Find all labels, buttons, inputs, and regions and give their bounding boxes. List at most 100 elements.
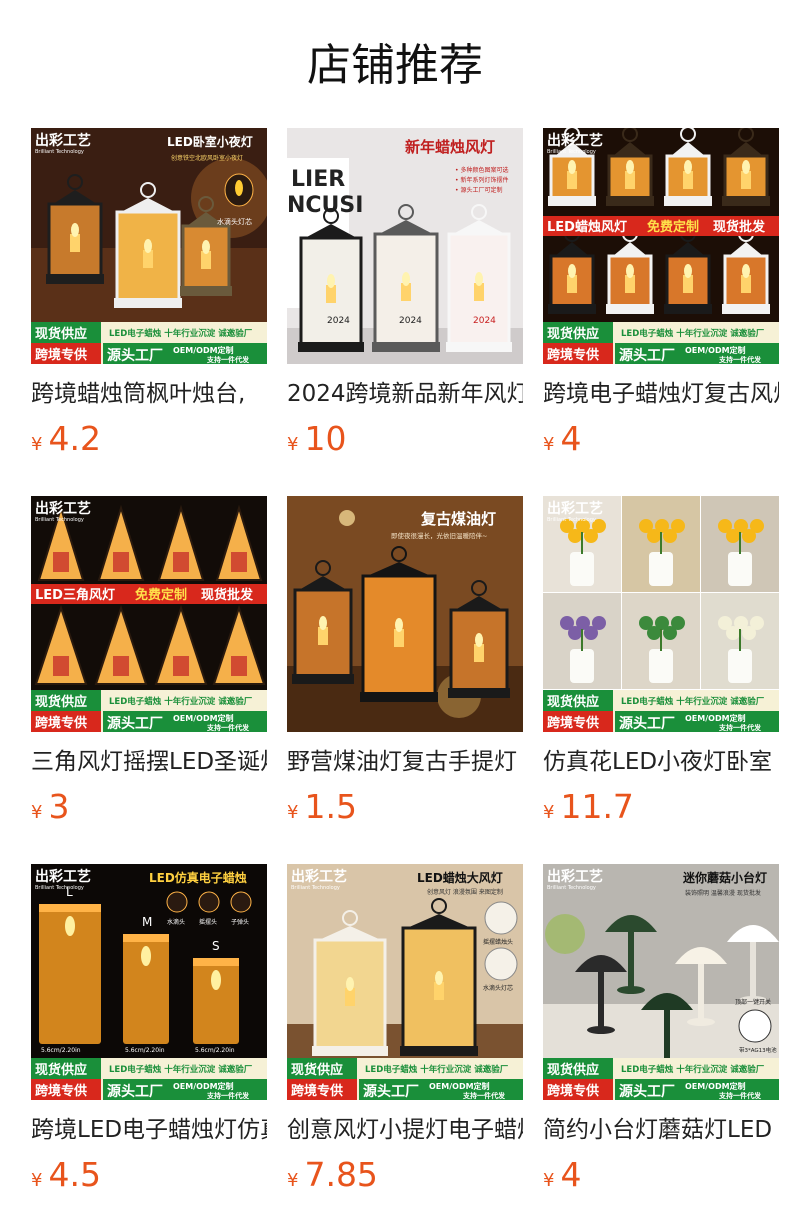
product-image-illustration: 出彩工艺Brilliant Technology LED卧室小夜灯创意铁空北欧风卧… <box>31 128 267 364</box>
svg-text:2024: 2024 <box>399 316 422 326</box>
brand-logo: 出彩工艺Brilliant Technology <box>547 132 603 155</box>
price-value: 1.5 <box>304 787 357 826</box>
image-tag-custom: 免费定制 <box>647 219 699 235</box>
image-subtitle: 创意铁空北欧风卧室小夜灯 <box>171 154 243 162</box>
candle-size-label: M <box>142 915 152 929</box>
image-tag-custom: 免费定制 <box>135 587 187 603</box>
product-name[interactable]: 野营煤油灯复古手提灯 <box>287 746 523 778</box>
product-card[interactable]: 出彩工艺 Brilliant Technology 迷你蘑菇小台灯 装饰照明 温馨浪漫… <box>543 864 779 1200</box>
product-card[interactable]: 出彩工艺 Brilliant Technology 现货供应 跨境专供 LED电子蜡烛 … <box>543 496 779 832</box>
svg-text:出彩工艺: 出彩工艺 <box>35 868 91 885</box>
product-price: ¥11.7 <box>543 788 779 832</box>
svg-text:出彩工艺: 出彩工艺 <box>35 500 91 517</box>
product-name[interactable]: 三角风灯摇摆LED圣诞灯 <box>31 746 267 778</box>
image-headline: LED卧室小夜灯 <box>167 134 253 149</box>
product-card[interactable]: 复古煤油灯 即使夜很漫长，光依旧温暖陪伴~ 野营煤油灯复古手提灯 ¥1.5 <box>287 496 523 832</box>
banner-tagline-text: LED电子蜡烛 十年行业沉淀 诚邀验厂 <box>109 696 253 707</box>
product-card[interactable]: L 5.6cm/2.20in M 5.6cm/2.20in S 5.6cm/2.20in 出… <box>31 864 267 1200</box>
currency-symbol: ¥ <box>287 802 299 823</box>
wick-type-label: 水滴头 <box>167 918 185 926</box>
product-card[interactable]: 出彩工艺 Brilliant Technology LED卧室小夜灯创意铁空北欧风卧… <box>31 128 267 464</box>
product-image[interactable]: L 5.6cm/2.20in M 5.6cm/2.20in S 5.6cm/2.20in 出… <box>31 864 267 1100</box>
product-price: ¥4 <box>543 1156 779 1200</box>
product-card[interactable]: 出彩工艺 Brilliant Technology LED蜡烛大风灯 创意风灯 浪漫氛… <box>287 864 523 1200</box>
svg-text:出彩工艺: 出彩工艺 <box>291 868 347 885</box>
banner-dropship-text: 支持一件代发 <box>718 1091 762 1100</box>
banner-dropship-text: 支持一件代发 <box>206 355 250 364</box>
wick-badge: 摇摆蜡烛头 <box>483 938 513 946</box>
product-image[interactable]: 出彩工艺 Brilliant Technology 现货供应 跨境专供 LED电子蜡烛 … <box>543 496 779 732</box>
product-image[interactable]: 出彩工艺 Brilliant Technology 迷你蘑菇小台灯 装饰照明 温馨浪漫… <box>543 864 779 1100</box>
banner-factory-text: 源头工厂 <box>619 1083 675 1100</box>
banner-stock-text: 现货供应 <box>35 1062 87 1078</box>
banner-tagline-text: LED电子蜡烛 十年行业沉淀 诚邀验厂 <box>621 328 765 339</box>
wick-type-label: 子弹头 <box>231 918 249 926</box>
wick-type-label: 摇摆头 <box>199 918 217 926</box>
product-card[interactable]: 出彩工艺 Brilliant Technology LED蜡烛风灯 免费定制 现货批发现… <box>543 128 779 464</box>
product-price: ¥7.85 <box>287 1156 523 1200</box>
price-value: 4.2 <box>48 419 101 458</box>
product-price: ¥4.2 <box>31 420 267 464</box>
banner-factory-text: 源头工厂 <box>107 1083 163 1100</box>
banner-dropship-text: 支持一件代发 <box>718 355 762 364</box>
banner-crossborder-text: 跨境专供 <box>35 347 87 363</box>
svg-text:出彩工艺: 出彩工艺 <box>547 868 603 885</box>
price-value: 11.7 <box>560 787 634 826</box>
currency-symbol: ¥ <box>287 1170 299 1191</box>
image-headline: LED仿真电子蜡烛 <box>149 870 247 885</box>
product-image[interactable]: 复古煤油灯 即使夜很漫长，光依旧温暖陪伴~ <box>287 496 523 732</box>
currency-symbol: ¥ <box>31 802 43 823</box>
product-image-illustration: LIERNCUSI2024 2024 2024新年蜡烛风灯• 多种颜色图案可选• 新… <box>287 128 523 364</box>
banner-factory-text: 源头工厂 <box>363 1083 419 1100</box>
banner-stock-text: 现货供应 <box>291 1062 343 1078</box>
image-badge: 水滴头灯芯 <box>217 217 252 226</box>
banner-oem-text: OEM/ODM定制 <box>429 1081 490 1091</box>
product-image[interactable]: 出彩工艺 Brilliant Technology LED三角风灯 免费定制 现货批发现… <box>31 496 267 732</box>
product-image[interactable]: 出彩工艺 Brilliant Technology LED卧室小夜灯创意铁空北欧风卧… <box>31 128 267 364</box>
currency-symbol: ¥ <box>287 434 299 455</box>
flower-pot-lamp <box>728 552 752 586</box>
page-title: 店铺推荐 <box>307 40 483 91</box>
svg-text:Brilliant Technology: Brilliant Technology <box>35 885 84 891</box>
product-grid: 出彩工艺 Brilliant Technology LED卧室小夜灯 创意铁空北欧风卧… <box>31 128 779 1200</box>
brand-logo: 出彩工艺Brilliant Technology <box>35 132 91 155</box>
image-year: 2024 <box>473 316 496 326</box>
svg-text:Brilliant Technology: Brilliant Technology <box>547 517 596 523</box>
product-image[interactable]: 出彩工艺 Brilliant Technology LED蜡烛大风灯 创意风灯 浪漫氛… <box>287 864 523 1100</box>
product-name[interactable]: 跨境LED电子蜡烛灯仿真 <box>31 1114 267 1146</box>
brand-logo: 出彩工艺Brilliant Technology <box>291 868 347 891</box>
currency-symbol: ¥ <box>31 434 43 455</box>
price-value: 10 <box>304 419 347 458</box>
product-name[interactable]: 仿真花LED小夜灯卧室 <box>543 746 779 778</box>
product-price: ¥1.5 <box>287 788 523 832</box>
banner-dropship-text: 支持一件代发 <box>206 1091 250 1100</box>
flower-pot-lamp <box>649 649 673 683</box>
product-image[interactable]: LIER NCUSI 2024 2024 2024 新年蜡烛风灯 • 多种颜色图案可选 • 新… <box>287 128 523 364</box>
product-name[interactable]: 跨境电子蜡烛灯复古风灯 <box>543 378 779 410</box>
banner-factory-text: 源头工厂 <box>619 715 675 732</box>
candle-dimension: 5.6cm/2.20in <box>41 1047 81 1054</box>
product-banner: 现货供应跨境专供 LED电子蜡烛 十年行业沉淀 诚邀验厂源头工厂 OEM/ODM定制… <box>543 690 779 732</box>
banner-stock-text: 现货供应 <box>547 1062 599 1078</box>
product-card[interactable]: LIER NCUSI 2024 2024 2024 新年蜡烛风灯 • 多种颜色图案可选 • 新… <box>287 128 523 464</box>
currency-symbol: ¥ <box>543 434 555 455</box>
product-name[interactable]: 创意风灯小提灯电子蜡烛 <box>287 1114 523 1146</box>
image-tag-wholesale: 现货批发 <box>713 219 766 235</box>
product-price: ¥4 <box>543 420 779 464</box>
currency-symbol: ¥ <box>543 802 555 823</box>
product-name[interactable]: 简约小台灯蘑菇灯LED <box>543 1114 779 1146</box>
svg-text:Brilliant Technology: Brilliant Technology <box>291 885 340 891</box>
product-name[interactable]: 跨境蜡烛筒枫叶烛台, <box>31 378 267 410</box>
banner-stock-text: 现货供应 <box>547 694 599 710</box>
brand-logo: 出彩工艺Brilliant Technology <box>35 500 91 523</box>
flower-pot-lamp <box>570 649 594 683</box>
svg-text:Brilliant Technology: Brilliant Technology <box>547 149 596 155</box>
product-name[interactable]: 2024跨境新品新年风灯 <box>287 378 523 410</box>
banner-tagline-text: LED电子蜡烛 十年行业沉淀 诚邀验厂 <box>365 1064 509 1075</box>
product-image[interactable]: 出彩工艺 Brilliant Technology LED蜡烛风灯 免费定制 现货批发现… <box>543 128 779 364</box>
banner-oem-text: OEM/ODM定制 <box>685 713 746 723</box>
product-card[interactable]: 出彩工艺 Brilliant Technology LED三角风灯 免费定制 现货批发现… <box>31 496 267 832</box>
currency-symbol: ¥ <box>31 1170 43 1191</box>
svg-text:Brilliant Technology: Brilliant Technology <box>547 885 596 891</box>
banner-oem-text: OEM/ODM定制 <box>173 713 234 723</box>
